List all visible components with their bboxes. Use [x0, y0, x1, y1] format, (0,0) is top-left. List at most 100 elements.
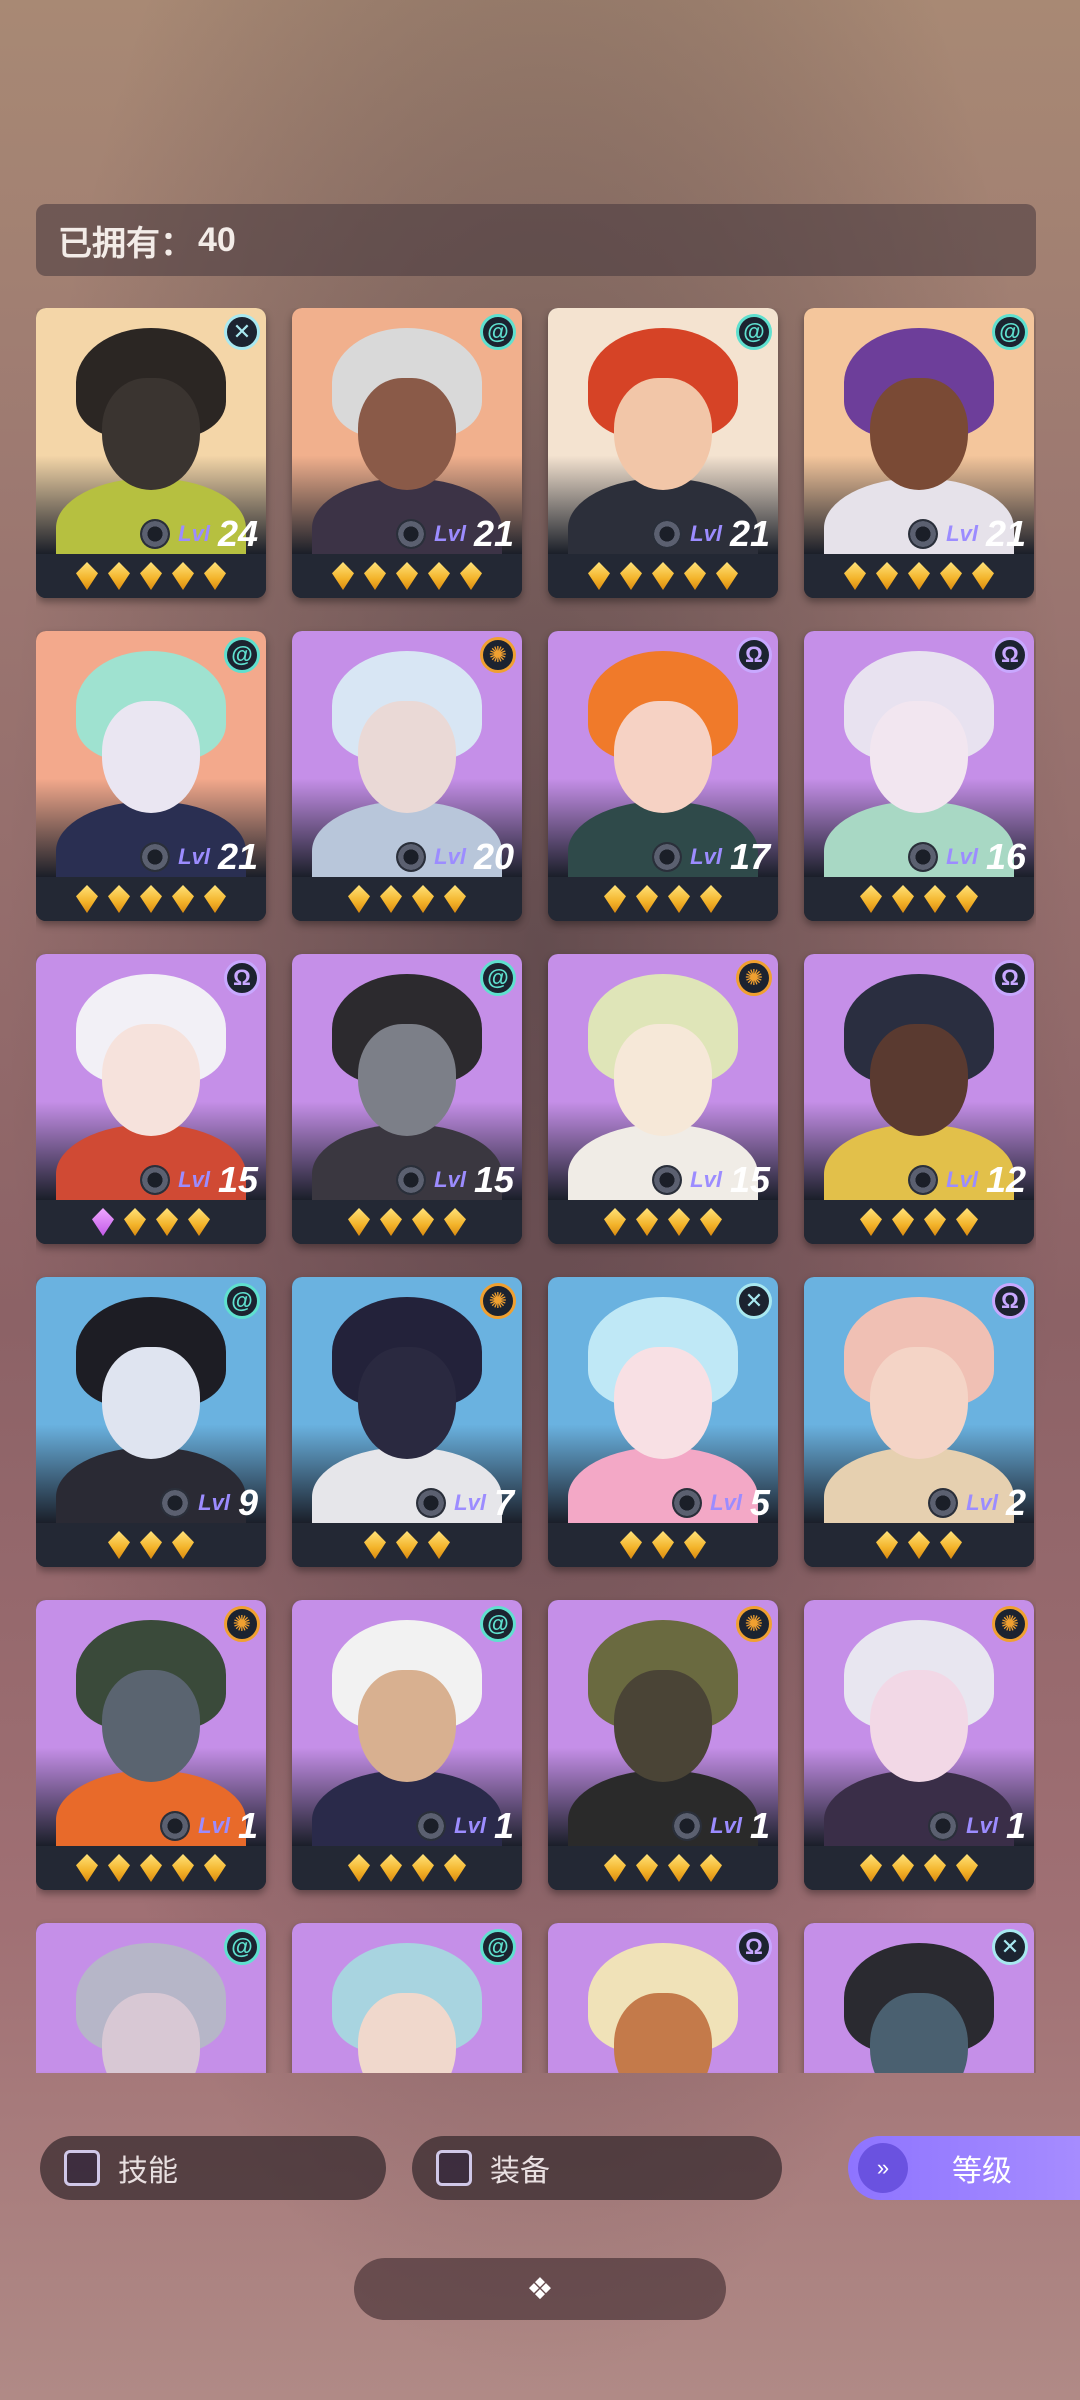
hero-card[interactable]: Ω Lvl 17 — [548, 631, 778, 921]
gold-star-icon — [172, 1531, 194, 1559]
gold-star-icon — [156, 1208, 178, 1236]
level-row: Lvl 21 — [908, 513, 1026, 554]
hero-card[interactable]: Ω Lvl 16 — [804, 631, 1034, 921]
equipment-filter-toggle[interactable]: 装备 — [412, 2136, 782, 2200]
gold-star-icon — [668, 1208, 690, 1236]
level-number: 1 — [237, 1805, 258, 1846]
level-row: Lvl 1 — [416, 1805, 514, 1846]
star-rating — [548, 1523, 778, 1567]
hero-card[interactable]: ✕ Lvl 5 — [548, 1277, 778, 1567]
skill-checkbox[interactable] — [64, 2150, 100, 2186]
hero-card[interactable]: @ — [292, 1923, 522, 2073]
hero-card[interactable]: ✕ — [804, 1923, 1034, 2073]
hero-card[interactable]: @ Lvl 9 — [36, 1277, 266, 1567]
hero-face — [102, 1670, 200, 1782]
star-rating — [292, 1523, 522, 1567]
hero-face — [102, 1347, 200, 1459]
level-number: 15 — [473, 1159, 514, 1200]
hero-card[interactable]: Ω Lvl 15 — [36, 954, 266, 1244]
hero-card[interactable]: ✺ Lvl 20 — [292, 631, 522, 921]
wind-element-icon: @ — [480, 1929, 516, 1965]
star-rating — [36, 1200, 266, 1244]
level-number: 1 — [493, 1805, 514, 1846]
hero-face — [870, 1024, 968, 1136]
gold-star-icon — [140, 562, 162, 590]
gold-star-icon — [108, 1531, 130, 1559]
level-row: Lvl 16 — [908, 836, 1026, 877]
gear-icon — [140, 1165, 171, 1195]
purple-star-icon — [92, 1208, 114, 1236]
omega-element-icon: Ω — [736, 637, 772, 673]
hero-card[interactable]: ✺ Lvl 1 — [548, 1600, 778, 1890]
level-prefix: Lvl — [454, 1813, 486, 1838]
hero-card[interactable]: @ Lvl 21 — [804, 308, 1034, 598]
gold-star-icon — [716, 562, 738, 590]
gold-star-icon — [652, 562, 674, 590]
gold-star-icon — [700, 1208, 722, 1236]
sun-element-icon: ✺ — [992, 1606, 1028, 1642]
hero-grid[interactable]: ✕ Lvl 24 @ Lvl 21 @ Lvl 21 @ Lvl 21 @ Lvl 21 ✺ Lvl 20 Ω Lvl… — [36, 308, 1036, 2073]
star-rating — [292, 1846, 522, 1890]
hero-face — [870, 1670, 968, 1782]
level-prefix: Lvl — [198, 1490, 230, 1515]
hero-card[interactable]: @ Lvl 21 — [548, 308, 778, 598]
gold-star-icon — [844, 562, 866, 590]
hero-card[interactable]: @ Lvl 21 — [292, 308, 522, 598]
level-prefix: Lvl — [946, 521, 978, 546]
hero-card[interactable]: ✺ Lvl 15 — [548, 954, 778, 1244]
gold-star-icon — [956, 885, 978, 913]
gold-star-icon — [204, 1854, 226, 1882]
hero-card[interactable]: ✺ Lvl 7 — [292, 1277, 522, 1567]
gold-star-icon — [924, 1854, 946, 1882]
gold-star-icon — [348, 885, 370, 913]
gold-star-icon — [684, 562, 706, 590]
sort-by-level-button[interactable]: » 等级 — [848, 2136, 1080, 2200]
star-rating — [36, 877, 266, 921]
hero-card[interactable]: ✺ Lvl 1 — [36, 1600, 266, 1890]
level-prefix: Lvl — [710, 1490, 742, 1515]
gold-star-icon — [140, 1531, 162, 1559]
level-prefix: Lvl — [434, 1167, 466, 1192]
hero-card[interactable]: Ω Lvl 12 — [804, 954, 1034, 1244]
equipment-checkbox[interactable] — [436, 2150, 472, 2186]
gold-star-icon — [348, 1854, 370, 1882]
level-number: 16 — [985, 836, 1026, 877]
star-rating — [804, 554, 1034, 598]
gold-star-icon — [412, 885, 434, 913]
hero-face — [870, 1347, 968, 1459]
star-rating — [548, 877, 778, 921]
gold-star-icon — [940, 562, 962, 590]
sort-label: 等级 — [952, 2155, 1012, 2188]
skill-filter-toggle[interactable]: 技能 — [40, 2136, 386, 2200]
gold-star-icon — [380, 1854, 402, 1882]
star-rating — [804, 1846, 1034, 1890]
hero-face — [614, 1993, 712, 2073]
hero-card[interactable]: @ Lvl 1 — [292, 1600, 522, 1890]
gold-star-icon — [76, 1854, 98, 1882]
gold-star-icon — [204, 562, 226, 590]
void-element-icon: ✕ — [992, 1929, 1028, 1965]
hero-card[interactable]: Ω Lvl 2 — [804, 1277, 1034, 1567]
level-prefix: Lvl — [710, 1813, 742, 1838]
level-row: Lvl 1 — [160, 1805, 258, 1846]
gold-star-icon — [140, 1854, 162, 1882]
hero-card[interactable]: ✺ Lvl 1 — [804, 1600, 1034, 1890]
level-prefix: Lvl — [454, 1490, 486, 1515]
hero-card[interactable]: Ω — [548, 1923, 778, 2073]
gold-star-icon — [396, 1531, 418, 1559]
hero-card[interactable]: @ Lvl 21 — [36, 631, 266, 921]
star-rating — [548, 1846, 778, 1890]
hero-card[interactable]: @ Lvl 15 — [292, 954, 522, 1244]
expand-button[interactable]: ❖ — [354, 2258, 726, 2320]
level-number: 15 — [729, 1159, 770, 1200]
hero-card[interactable]: ✕ Lvl 24 — [36, 308, 266, 598]
hero-card[interactable]: @ — [36, 1923, 266, 2073]
gold-star-icon — [860, 885, 882, 913]
level-row: Lvl 15 — [652, 1159, 770, 1200]
star-rating — [36, 554, 266, 598]
gold-star-icon — [444, 885, 466, 913]
gear-icon — [396, 519, 427, 549]
gold-star-icon — [668, 1854, 690, 1882]
level-number: 24 — [217, 513, 258, 554]
star-rating — [548, 554, 778, 598]
